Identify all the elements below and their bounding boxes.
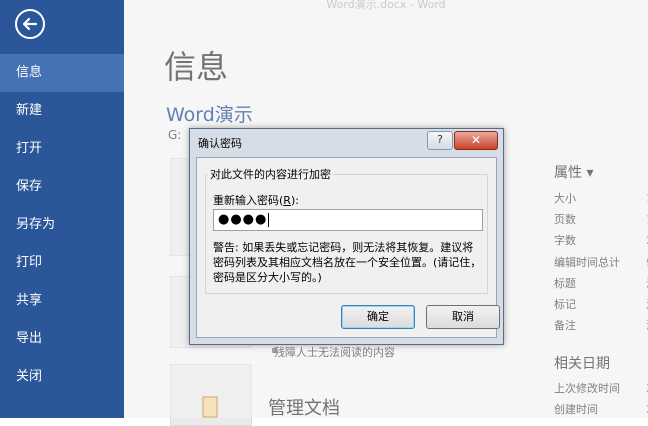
nav-item-export[interactable]: 导出 xyxy=(0,320,124,358)
back-button[interactable] xyxy=(14,8,46,40)
nav-item-close[interactable]: 关闭 xyxy=(0,358,124,396)
reenter-password-input[interactable]: ●●●● xyxy=(213,209,483,231)
password-warning: 警告: 如果丢失或忘记密码，则无法将其恢复。建议将密码列表及其相应文档名放在一个… xyxy=(213,241,482,284)
nav-item-save-as[interactable]: 另存为 xyxy=(0,206,124,244)
confirm-password-dialog: 确认密码 ? ✕ 对此文件的内容进行加密 重新输入密码(R): ●●●● 警告:… xyxy=(189,128,504,345)
reenter-password-label: 重新输入密码(R): xyxy=(213,192,299,208)
cancel-button[interactable]: 取消 xyxy=(426,305,500,329)
label-accelerator: R xyxy=(283,194,291,207)
label-prefix: 重新输入密码( xyxy=(213,194,284,207)
backstage-sidebar: 信息 新建 打开 保存 另存为 打印 共享 导出 关闭 xyxy=(0,0,124,418)
nav-item-share[interactable]: 共享 xyxy=(0,282,124,320)
label-suffix: ): xyxy=(290,194,299,207)
text-caret xyxy=(268,212,270,227)
dialog-titlebar[interactable]: 确认密码 ? ✕ xyxy=(190,129,503,155)
nav-item-info[interactable]: 信息 xyxy=(0,54,124,92)
close-button[interactable]: ✕ xyxy=(454,131,498,150)
ok-button[interactable]: 确定 xyxy=(341,305,415,329)
nav-item-new[interactable]: 新建 xyxy=(0,92,124,130)
nav-item-print[interactable]: 打印 xyxy=(0,244,124,282)
encrypt-group-label: 对此文件的内容进行加密 xyxy=(208,166,333,182)
backstage-nav: 信息 新建 打开 保存 另存为 打印 共享 导出 关闭 xyxy=(0,54,124,396)
help-button[interactable]: ? xyxy=(427,131,453,150)
dialog-title: 确认密码 xyxy=(198,137,242,150)
nav-item-open[interactable]: 打开 xyxy=(0,130,124,168)
nav-item-save[interactable]: 保存 xyxy=(0,168,124,206)
dialog-body: 对此文件的内容进行加密 重新输入密码(R): ●●●● 警告: 如果丢失或忘记密… xyxy=(196,157,500,338)
password-mask: ●●●● xyxy=(218,212,268,227)
back-arrow-icon xyxy=(15,9,45,39)
